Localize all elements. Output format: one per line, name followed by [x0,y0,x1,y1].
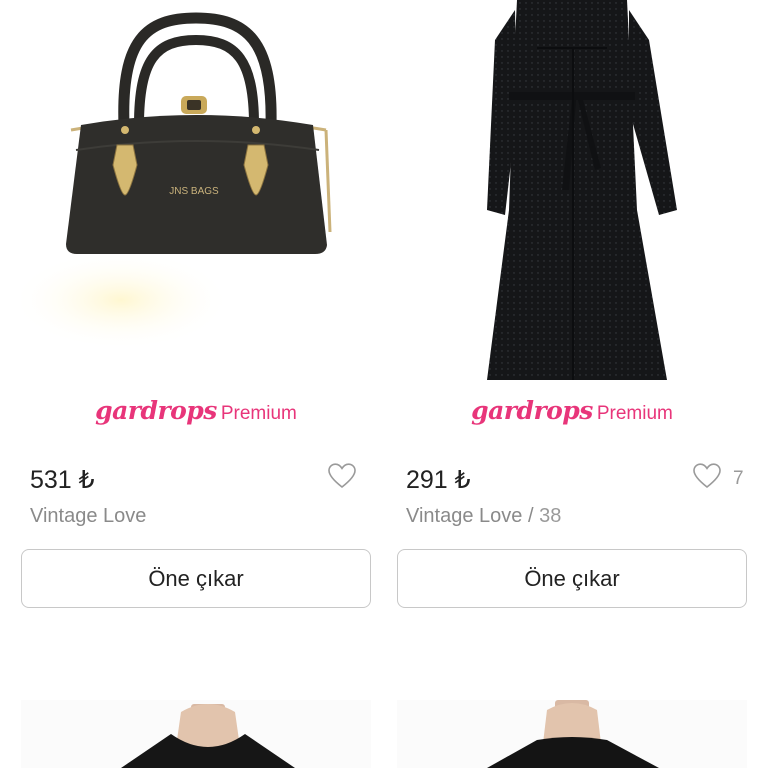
product-price: 291 ₺ [406,466,471,494]
premium-label: Premium [596,403,673,424]
premium-label: Premium [220,403,297,424]
product-image-dress[interactable] [397,0,747,385]
product-size: 38 [539,505,562,527]
promote-button[interactable]: Öne çıkar [397,549,747,608]
product-image-handbag[interactable]: JNS BAGS [21,0,371,385]
heart-outline-icon[interactable] [328,463,356,494]
like-button[interactable]: 7 [693,463,744,494]
size-separator: / [522,505,540,527]
gardrops-logo: gardrops [471,396,593,425]
product-image-top[interactable] [397,700,747,768]
product-brand: Vintage Love / 38 [406,505,561,528]
like-count: 7 [733,467,744,489]
product-price: 531 ₺ [30,466,95,494]
gardrops-logo: gardrops [95,396,217,425]
bag-brand-label: JNS BAGS [169,186,219,197]
like-button[interactable] [328,463,356,494]
heart-outline-icon[interactable] [693,463,721,494]
promote-button[interactable]: Öne çıkar [21,549,371,608]
product-brand: Vintage Love [30,505,146,528]
brand-badge: gardrops Premium [397,396,747,430]
brand-badge: gardrops Premium [21,396,371,430]
product-brand-name: Vintage Love [30,505,147,527]
product-brand-name: Vintage Love [406,505,523,527]
product-image-top[interactable] [21,700,371,768]
